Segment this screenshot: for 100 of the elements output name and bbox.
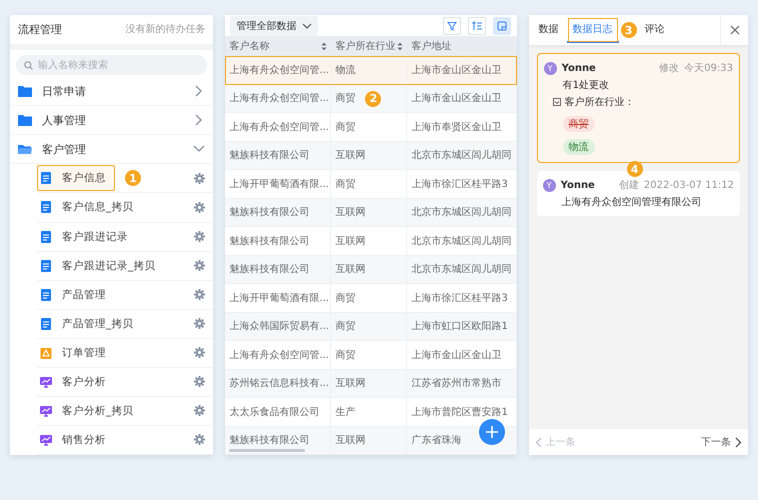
close-icon: [730, 25, 740, 35]
folder-row[interactable]: 人事管理: [10, 106, 214, 136]
table-cell: 物流: [331, 56, 408, 84]
panel-title: 流程管理: [18, 22, 62, 37]
add-button[interactable]: [478, 419, 505, 445]
chevron-right-icon: [735, 436, 742, 448]
table-cell: 上海市奉贤区金山卫: [407, 113, 517, 140]
filter-icon: [446, 20, 457, 30]
callout-badge: 2: [365, 90, 382, 106]
table-cell: 北京市东城区闾儿胡同: [407, 142, 517, 169]
user-name: Yonne: [562, 62, 596, 74]
table-cell: 北京市东城区闾儿胡同: [407, 198, 517, 226]
timestamp: 今天09:33: [684, 62, 734, 75]
table-row[interactable]: 魅族科技有限公司 互联网 北京市东城区闾儿胡同: [225, 198, 517, 227]
table-cell: 互联网: [331, 142, 408, 169]
sort-icon: [472, 20, 482, 30]
document-icon: [40, 318, 52, 330]
list-item[interactable]: 客户跟进记录: [37, 224, 137, 250]
settings-icon[interactable]: [194, 231, 206, 242]
next-link[interactable]: 下一条: [701, 435, 742, 449]
table-cell: 互联网: [331, 426, 408, 454]
toolbar-button[interactable]: [442, 16, 461, 34]
document-icon: [40, 288, 52, 301]
table-cell: 太太乐食品有限公司: [225, 398, 332, 426]
table-cell: 上海市金山区金山卫: [407, 341, 517, 368]
column-header[interactable]: 客户所在行业: [331, 36, 408, 56]
user-name: Yonne: [560, 180, 595, 190]
table-cell: 魅族科技有限公司: [225, 142, 332, 169]
list-item[interactable]: 销售分析: [37, 426, 115, 453]
list-item[interactable]: 订单管理: [37, 340, 115, 366]
table-cell: 上海市徐汇区桂平路3: [407, 284, 517, 312]
toolbar-button[interactable]: [492, 16, 511, 34]
table-cell: 上海市金山区金山卫: [407, 84, 517, 112]
callout-badge: 3: [620, 22, 637, 38]
list-item[interactable]: 客户信息_拷贝: [37, 194, 142, 220]
chevron-left-icon: [534, 436, 542, 448]
table-cell: 上海有舟众创空间管...: [225, 84, 332, 112]
settings-icon[interactable]: [194, 172, 206, 184]
table-row[interactable]: 上海众韩国际贸易有... 商贸 上海市虹口区欧阳路1: [225, 312, 517, 341]
folder-row[interactable]: 日常申请: [10, 77, 214, 106]
table-cell: 商贸: [331, 312, 408, 340]
change-summary: 有1处更改: [562, 78, 610, 92]
search-field[interactable]: 输入名称来搜索: [16, 55, 208, 76]
notice-text: 没有新的待办任务: [125, 22, 206, 36]
list-item[interactable]: 产品管理: [37, 282, 115, 308]
settings-icon[interactable]: [194, 289, 206, 300]
monitor-chart-icon: [40, 434, 52, 446]
close-button[interactable]: [720, 15, 748, 45]
toolbar-button[interactable]: [468, 16, 486, 34]
callout-badge: 1: [125, 170, 141, 186]
column-header[interactable]: 客户地址: [407, 36, 517, 56]
scope-dropdown[interactable]: 管理全部数据: [230, 16, 318, 36]
avatar: Y: [544, 62, 557, 74]
settings-icon[interactable]: [194, 376, 206, 388]
table-cell: 北京市东城区闾儿胡同: [407, 227, 517, 254]
settings-icon[interactable]: [194, 318, 206, 330]
table-cell: 江苏省苏州市常熟市: [407, 370, 517, 397]
table-cell: 上海市金山区金山卫: [407, 56, 517, 84]
monitor-chart-icon: [40, 404, 52, 417]
table-cell: 商贸: [331, 284, 408, 312]
table-cell: 上海有舟众创空间管...: [225, 56, 332, 84]
table-cell: 互联网: [331, 198, 408, 226]
table-cell: 魅族科技有限公司: [225, 256, 332, 283]
tab[interactable]: 数据: [532, 17, 565, 43]
settings-icon[interactable]: [194, 202, 206, 213]
clipboard-icon: [40, 346, 52, 359]
list-item[interactable]: 产品管理_拷贝: [37, 310, 142, 337]
action-label: 修改: [659, 62, 680, 75]
table-cell: 生产: [331, 398, 408, 426]
value-tag: 商贸: [562, 116, 595, 132]
settings-icon[interactable]: [194, 434, 206, 446]
plus-icon: [486, 426, 498, 438]
table-cell: 上海市虹口区欧阳路1: [407, 312, 517, 340]
list-item[interactable]: 客户信息: [37, 165, 115, 192]
tab[interactable]: 评论: [638, 17, 671, 43]
table-cell: 上海开甲葡萄酒有限...: [225, 284, 332, 312]
table-cell: 苏州铭云信息科技有...: [225, 370, 332, 397]
document-icon: [40, 260, 52, 272]
folder-row[interactable]: 客户管理: [10, 135, 214, 164]
settings-icon[interactable]: [194, 347, 206, 358]
table-row[interactable]: 上海有舟众创空间管... 商贸 2 上海市金山区金山卫: [225, 84, 517, 113]
list-item[interactable]: 客户分析: [37, 368, 115, 395]
table-row[interactable]: 苏州铭云信息科技有... 互联网 江苏省苏州市常熟市: [225, 370, 517, 398]
scrollbar-thumb[interactable]: [229, 449, 306, 452]
table-row[interactable]: 魅族科技有限公司 互联网 北京市东城区闾儿胡同: [225, 142, 517, 170]
table-cell: 互联网: [331, 370, 408, 397]
column-header[interactable]: 客户名称: [225, 36, 332, 56]
tab[interactable]: 数据日志: [566, 17, 619, 43]
settings-icon[interactable]: [194, 260, 206, 272]
settings-icon[interactable]: [194, 405, 206, 416]
table-cell: 互联网: [331, 256, 408, 283]
list-item[interactable]: 客户跟进记录_拷贝: [37, 252, 164, 279]
table-cell: 商贸: [331, 341, 408, 368]
checkbox-icon: [552, 98, 561, 106]
field-value: 上海有舟众创空间管理有限公司: [560, 196, 703, 209]
list-item[interactable]: 客户分析_拷贝: [37, 398, 142, 424]
table-cell: 上海众韩国际贸易有...: [225, 312, 332, 340]
table-row[interactable]: 上海有舟众创空间管... 物流 上海市金山区金山卫: [225, 56, 517, 84]
table-row[interactable]: 魅族科技有限公司 互联网 北京市东城区闾儿胡同: [225, 256, 517, 284]
table-cell: 商贸: [331, 170, 408, 198]
